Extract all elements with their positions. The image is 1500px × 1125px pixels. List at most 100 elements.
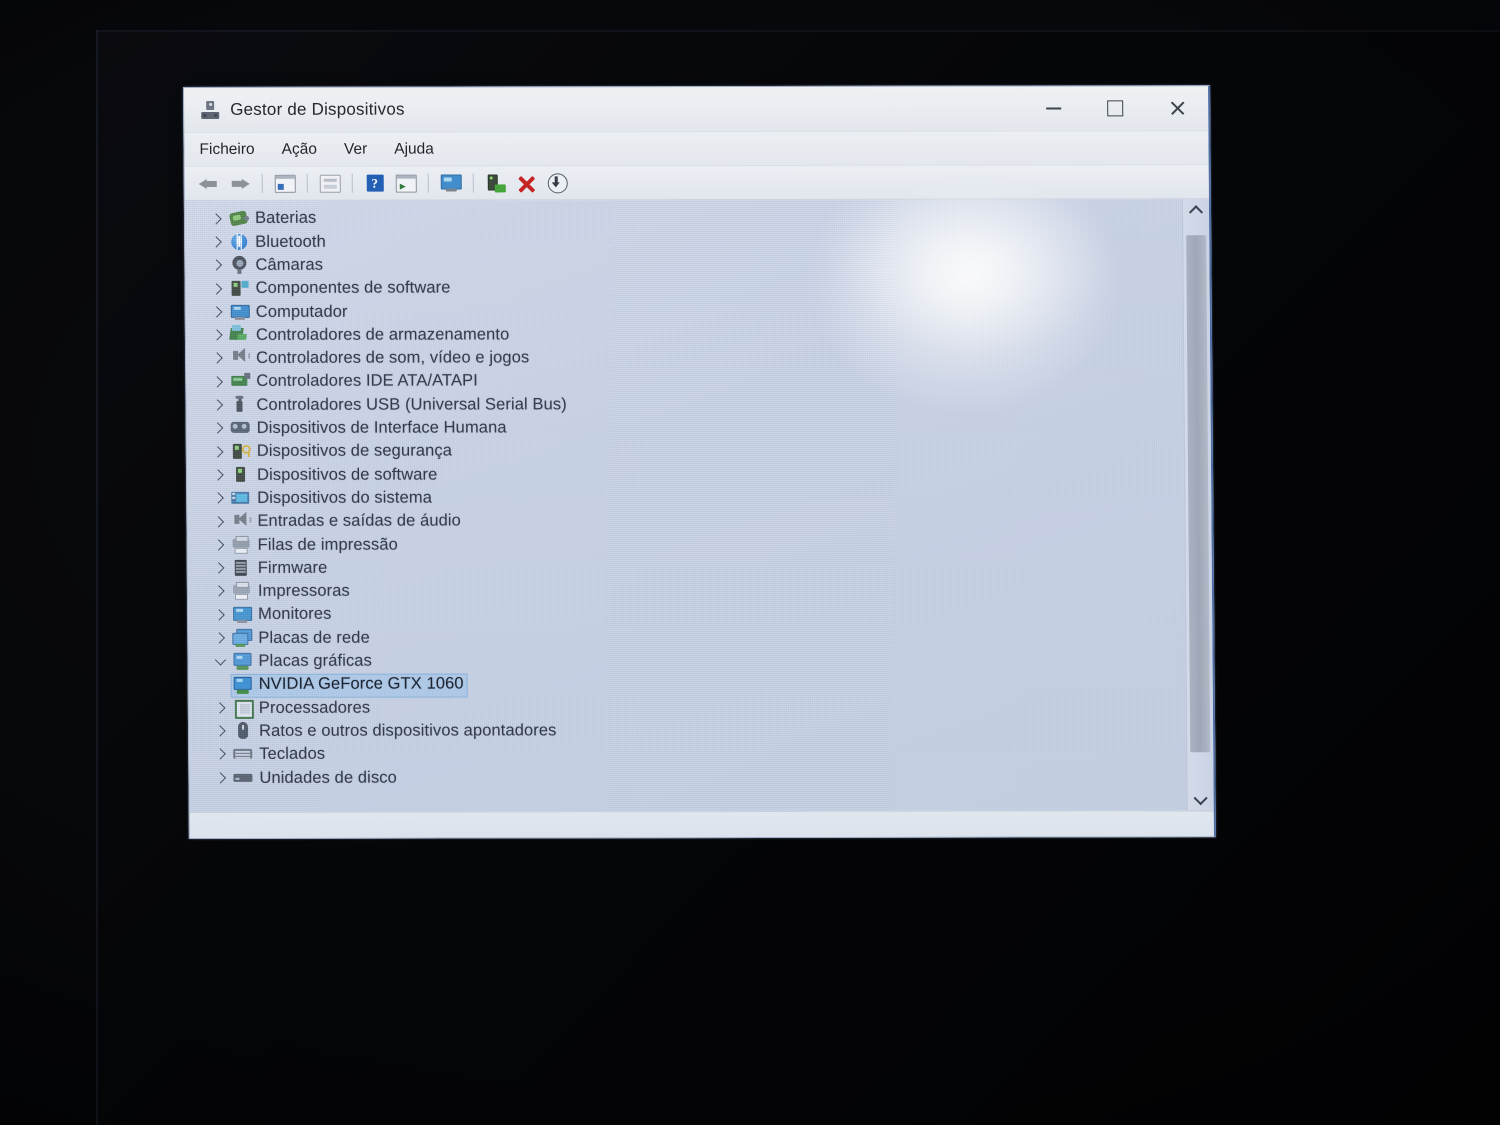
tree-item[interactable]: Filas de impressão: [188, 531, 1186, 556]
tree-item[interactable]: Componentes de software: [185, 275, 1183, 300]
chevron-right-icon[interactable]: [209, 465, 229, 485]
properties-icon: [274, 174, 296, 193]
scan-hardware-changes-button[interactable]: [392, 171, 420, 196]
toolbar: ?: [184, 165, 1209, 201]
close-button[interactable]: [1146, 86, 1208, 130]
chevron-right-icon[interactable]: [210, 535, 230, 555]
tree-item-label: Computador: [255, 302, 348, 321]
window-controls: [1022, 86, 1208, 130]
chevron-right-icon[interactable]: [210, 581, 230, 601]
chevron-right-icon[interactable]: [208, 372, 228, 392]
tree-item-label: Controladores IDE ATA/ATAPI: [256, 371, 478, 391]
chevron-right-icon[interactable]: [207, 209, 227, 229]
forward-button[interactable]: [226, 171, 254, 196]
menu-ver[interactable]: Ver: [344, 140, 367, 158]
chevron-right-icon[interactable]: [207, 232, 227, 252]
toolbar-separator: [306, 173, 308, 193]
tree-item[interactable]: Dispositivos de software: [187, 462, 1185, 487]
tree-item-label: Ratos e outros dispositivos apontadores: [258, 721, 557, 740]
tree-item[interactable]: Bluetooth: [185, 229, 1183, 254]
tree-item[interactable]: Placas de rede: [188, 625, 1186, 650]
chevron-right-icon[interactable]: [208, 278, 228, 298]
maximize-button[interactable]: [1084, 86, 1146, 130]
tree-item[interactable]: Ratos e outros dispositivos apontadores: [189, 718, 1187, 743]
chevron-right-icon[interactable]: [208, 302, 228, 322]
tree-item[interactable]: Controladores de som, vídeo e jogos: [186, 345, 1184, 370]
tree-item[interactable]: Dispositivos do sistema: [187, 485, 1185, 510]
chevron-right-icon[interactable]: [210, 628, 230, 648]
tree-item[interactable]: Baterias: [185, 205, 1183, 230]
status-bar: [189, 810, 1215, 839]
chevron-right-icon[interactable]: [209, 488, 229, 508]
tree-item[interactable]: Processadores: [189, 694, 1187, 719]
tree-item[interactable]: NVIDIA GeForce GTX 1060: [189, 671, 1187, 698]
tree-item-label: Firmware: [257, 558, 328, 577]
chevron-right-icon[interactable]: [211, 721, 231, 741]
vertical-scrollbar[interactable]: [1181, 199, 1214, 811]
chevron-right-icon[interactable]: [208, 395, 228, 415]
device-tree-pane[interactable]: Baterias Bluetooth Câmaras Componentes de s…: [184, 199, 1214, 812]
system-device-icon: [231, 489, 251, 507]
chevron-right-icon[interactable]: [207, 255, 227, 275]
toolbar-separator: [351, 173, 353, 193]
chevron-right-icon[interactable]: [211, 768, 231, 788]
tree-item[interactable]: Controladores de armazenamento: [186, 322, 1184, 347]
processor-icon: [233, 699, 254, 719]
chevron-right-icon[interactable]: [208, 348, 228, 368]
tree-item[interactable]: Controladores IDE ATA/ATAPI: [186, 368, 1184, 393]
tree-item[interactable]: Placas gráficas: [188, 648, 1186, 673]
window-title: Gestor de Dispositivos: [230, 99, 405, 119]
chevron-right-icon[interactable]: [210, 558, 230, 578]
chevron-right-icon[interactable]: [209, 511, 229, 531]
chevron-right-icon[interactable]: [209, 442, 229, 462]
menu-ficheiro[interactable]: Ficheiro: [199, 140, 254, 158]
menu-ajuda[interactable]: Ajuda: [394, 140, 434, 158]
tree-item-label: Dispositivos de segurança: [256, 441, 453, 461]
scroll-up-button[interactable]: [1183, 199, 1209, 221]
tree-item[interactable]: Câmaras: [185, 252, 1183, 277]
tree-item-label: Processadores: [258, 698, 371, 717]
chevron-down-icon[interactable]: [210, 651, 230, 671]
chevron-right-icon[interactable]: [209, 418, 229, 438]
download-driver-button[interactable]: [544, 170, 572, 195]
tree-item[interactable]: Unidades de disco: [189, 764, 1187, 789]
help-button[interactable]: ?: [361, 171, 389, 196]
tree-item-label: Filas de impressão: [257, 535, 398, 554]
display-devices-button[interactable]: [437, 171, 465, 196]
tree-item[interactable]: Firmware: [188, 555, 1186, 580]
help-icon: ?: [366, 174, 384, 192]
menu-acao[interactable]: Ação: [282, 140, 317, 158]
security-device-icon: [231, 442, 251, 460]
chevron-right-icon[interactable]: [211, 698, 231, 718]
monitor-icon: [232, 606, 253, 624]
tree-item-label: Controladores de armazenamento: [255, 325, 510, 344]
tree-item[interactable]: Teclados: [189, 741, 1187, 766]
tree-item[interactable]: Monitores: [188, 601, 1186, 626]
minimize-button[interactable]: [1022, 86, 1084, 130]
back-button[interactable]: [195, 171, 223, 196]
save-list-button[interactable]: [316, 171, 344, 196]
tree-item[interactable]: Dispositivos de Interface Humana: [187, 415, 1185, 440]
tree-item[interactable]: Computador: [186, 298, 1184, 323]
chevron-right-icon[interactable]: [210, 605, 230, 625]
battery-icon: [228, 209, 250, 228]
tree-item[interactable]: Entradas e saídas de áudio: [187, 508, 1185, 533]
uninstall-device-button[interactable]: [513, 170, 541, 195]
update-driver-button[interactable]: [482, 170, 510, 195]
tree-item-label: Câmaras: [255, 255, 324, 274]
properties-button[interactable]: [271, 171, 299, 196]
sound-controller-icon: [230, 349, 251, 367]
printer-icon: [232, 582, 252, 601]
camera-icon: [229, 256, 249, 275]
tree-item[interactable]: Impressoras: [188, 578, 1186, 603]
disk-drive-icon: [233, 769, 253, 787]
computer-icon: [230, 303, 250, 321]
uninstall-device-icon: [518, 174, 536, 192]
chevron-right-icon[interactable]: [208, 325, 228, 345]
software-device-icon: [231, 466, 251, 484]
chevron-right-icon[interactable]: [211, 744, 231, 764]
tree-item[interactable]: Controladores USB (Universal Serial Bus): [186, 392, 1184, 417]
scroll-down-button[interactable]: [1188, 788, 1214, 810]
scrollbar-thumb[interactable]: [1186, 235, 1211, 753]
tree-item[interactable]: Dispositivos de segurança: [187, 438, 1185, 463]
